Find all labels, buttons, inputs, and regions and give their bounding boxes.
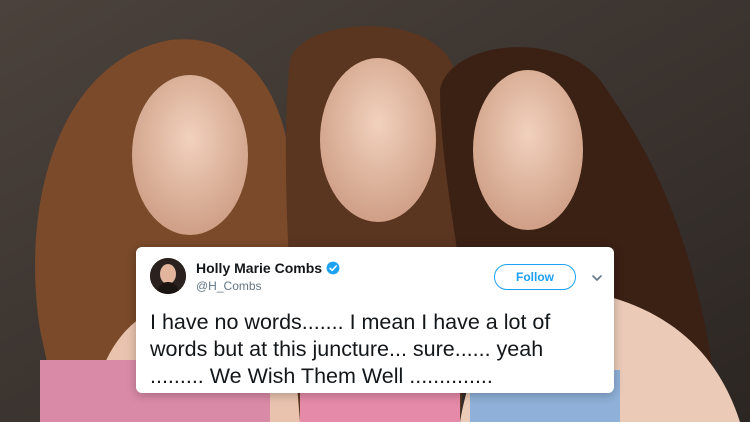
avatar[interactable]: [150, 258, 186, 294]
display-name-text[interactable]: Holly Marie Combs: [196, 260, 322, 276]
display-name[interactable]: Holly Marie Combs: [196, 260, 340, 276]
tweet-text: I have no words....... I mean I have a l…: [150, 310, 551, 388]
chevron-down-icon[interactable]: [591, 272, 603, 284]
follow-button[interactable]: Follow: [494, 264, 576, 290]
tweet-card: Holly Marie Combs @H_Combs Follow I have…: [136, 247, 614, 393]
user-handle[interactable]: @H_Combs: [196, 279, 262, 293]
verified-badge-icon: [326, 261, 340, 275]
